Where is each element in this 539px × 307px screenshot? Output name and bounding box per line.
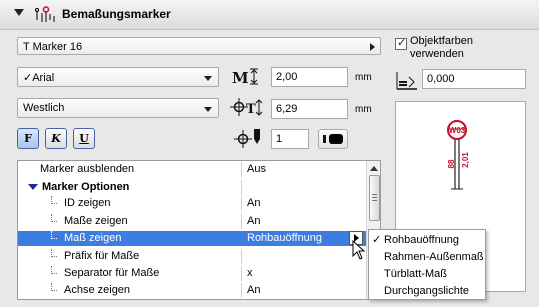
font-selector-value: ✓Arial	[23, 71, 54, 84]
menu-item-label: Türblatt-Maß	[384, 268, 447, 280]
scroll-up-icon[interactable]	[370, 166, 378, 171]
pen-number-field[interactable]	[271, 129, 309, 149]
font-selector[interactable]: ✓Arial	[17, 67, 219, 87]
object-colors-label-line2: verwenden	[410, 48, 464, 60]
checkmark-icon: ✓	[23, 72, 33, 84]
dimension-marker-icon	[35, 6, 55, 22]
row-value: Aus	[247, 163, 266, 175]
checkmark-icon: ✓	[397, 37, 407, 49]
text-offset-icon: T	[230, 98, 263, 117]
menu-item-label: Rohbauöffnung	[384, 234, 460, 246]
text-size-field[interactable]	[271, 67, 348, 87]
scrollbar-thumb[interactable]	[369, 175, 380, 221]
menu-item-label: Durchgangslichte	[384, 285, 469, 297]
pen-number-input[interactable]	[272, 130, 308, 148]
font-name: Arial	[32, 72, 55, 84]
table-row-selected[interactable]: Maß zeigen Rohbauöffnung	[18, 231, 366, 246]
menu-item-rohbauoeffnung[interactable]: ✓ Rohbauöffnung	[369, 232, 485, 249]
table-row[interactable]: Achse zeigen An	[18, 283, 366, 298]
row-label: Präfix für Maße	[18, 249, 242, 264]
row-label: Maß zeigen	[18, 231, 242, 246]
chevron-right-icon	[370, 43, 375, 51]
underline-button[interactable]: U	[73, 128, 95, 149]
row-label: Separator für Maße	[18, 266, 242, 281]
preview-marker-label: W03	[449, 126, 466, 135]
grip-line	[372, 194, 377, 195]
pen-color-divider	[323, 135, 326, 143]
marker-settings-table: Marker ausblenden Aus Marker Optionen ID…	[17, 160, 381, 300]
pen-icon	[234, 129, 260, 148]
svg-text:M: M	[232, 69, 249, 87]
row-label: Marker Optionen	[18, 180, 242, 195]
pen-color-button[interactable]	[318, 129, 348, 149]
chevron-down-icon	[204, 107, 212, 112]
menu-item-tuerblatt-mass[interactable]: Türblatt-Maß	[369, 266, 485, 283]
section-header[interactable]: Bemaßungsmarker	[0, 0, 539, 30]
row-label: Marker ausblenden	[18, 162, 242, 177]
pen-color-swatch	[329, 134, 343, 144]
caret-down-icon[interactable]	[14, 9, 24, 16]
script-selector[interactable]: Westlich	[17, 98, 219, 118]
row-value: An	[247, 215, 261, 227]
row-label: Achse zeigen	[18, 283, 242, 298]
menu-item-label: Rahmen-Außenmaß	[384, 251, 484, 263]
row-label: Maße zeigen	[18, 214, 242, 229]
rotation-input[interactable]	[423, 70, 525, 88]
chevron-down-icon	[204, 76, 212, 81]
mouse-cursor-icon	[352, 240, 366, 260]
menu-item-rahmen-aussenmass[interactable]: Rahmen-Außenmaß	[369, 249, 485, 266]
section-title: Bemaßungsmarker	[62, 7, 171, 21]
angle-icon	[396, 72, 417, 90]
preview-dim-text-1: 88	[447, 159, 456, 168]
text-offset-input[interactable]	[272, 100, 347, 118]
checkmark-icon: ✓	[372, 234, 382, 246]
table-row[interactable]: ID zeigen An	[18, 196, 366, 211]
preview-dim-text-2: 2,01	[461, 152, 470, 168]
menu-item-durchgangslichte[interactable]: Durchgangslichte	[369, 283, 485, 300]
bold-button[interactable]: F	[17, 128, 39, 149]
object-colors-label-line1: Objektfarben	[410, 35, 473, 47]
text-size-icon: M	[232, 68, 258, 87]
table-group-row[interactable]: Marker Optionen	[18, 180, 366, 195]
text-offset-field[interactable]	[271, 99, 348, 119]
marker-selector[interactable]: T Marker 16	[17, 37, 381, 55]
rotation-field[interactable]	[422, 69, 526, 89]
table-row[interactable]: Separator für Maße x	[18, 266, 366, 281]
row-value: Rohbauöffnung	[247, 232, 323, 244]
row-value: An	[247, 197, 261, 209]
grip-line	[372, 197, 377, 198]
grip-line	[372, 200, 377, 201]
object-colors-checkbox[interactable]: ✓	[395, 37, 407, 50]
table-row[interactable]: Präfix für Maße	[18, 249, 366, 264]
row-value: x	[247, 267, 253, 279]
table-row[interactable]: Maße zeigen An	[18, 214, 366, 229]
text-offset-unit: mm	[355, 104, 372, 115]
svg-text:T: T	[246, 102, 256, 117]
row-label: ID zeigen	[18, 196, 242, 211]
script-selector-value: Westlich	[23, 102, 65, 114]
marker-selector-value: T Marker 16	[23, 41, 83, 53]
italic-button[interactable]: K	[45, 128, 67, 149]
row-value: An	[247, 284, 261, 296]
table-row[interactable]: Marker ausblenden Aus	[18, 162, 366, 177]
value-dropdown-menu: ✓ Rohbauöffnung Rahmen-Außenmaß Türblatt…	[368, 229, 486, 300]
text-size-unit: mm	[355, 72, 372, 83]
text-size-input[interactable]	[272, 68, 347, 86]
